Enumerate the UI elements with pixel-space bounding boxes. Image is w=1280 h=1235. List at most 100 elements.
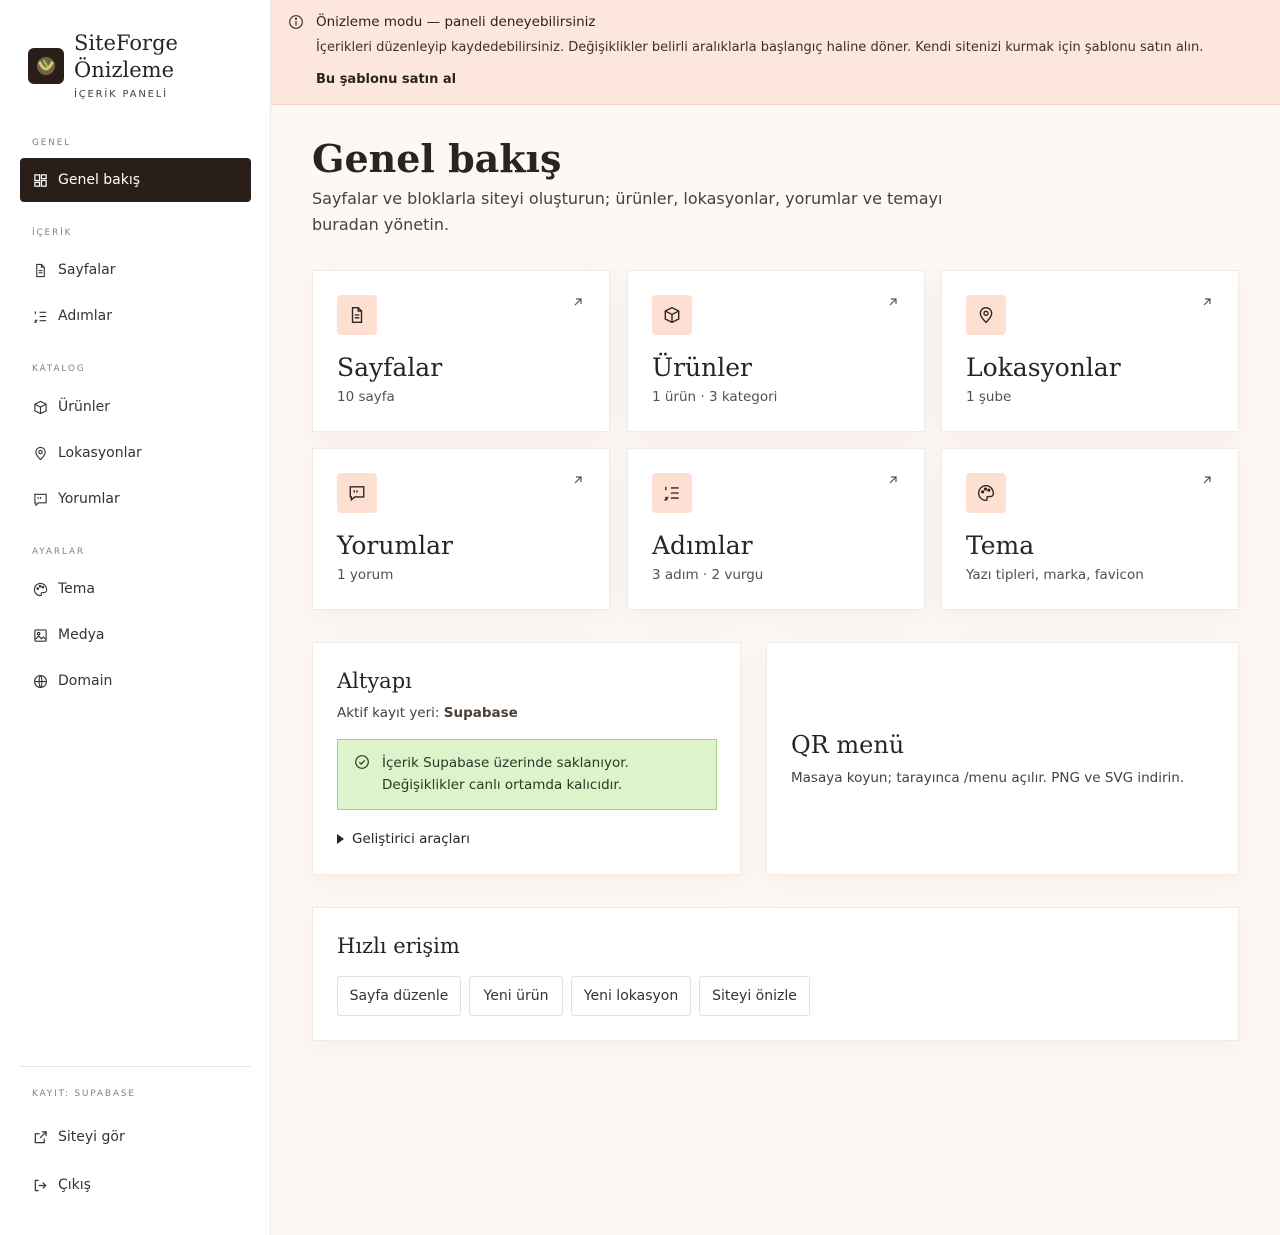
- map-pin-icon: [32, 445, 48, 461]
- card-title: Adımlar: [652, 531, 753, 560]
- sidebar-item-genel-bakis[interactable]: Genel bakış: [20, 158, 251, 202]
- card-subtitle: 1 ürün · 3 kategori: [652, 389, 778, 405]
- card-lokasyonlar[interactable]: Lokasyonlar 1 şube: [941, 270, 1239, 432]
- check-circle-icon: [355, 755, 369, 769]
- file-icon: [32, 262, 48, 278]
- nav-section-ayarlar: AYARLAR: [32, 547, 85, 557]
- qr-menu-description: Masaya koyun; tarayınca /menu açılır. PN…: [791, 770, 1185, 786]
- brand-subtitle: İÇERİK PANELİ: [74, 89, 168, 100]
- sidebar-item-label: Ürünler: [58, 399, 111, 415]
- developer-tools-label: Geliştirici araçları: [352, 831, 470, 847]
- logout-icon: [32, 1177, 48, 1193]
- brand[interactable]: SiteForge Önizleme İÇERİK PANELİ: [28, 30, 194, 100]
- sidebar-item-sayfalar[interactable]: Sayfalar: [20, 248, 251, 292]
- card-title: Lokasyonlar: [966, 353, 1121, 382]
- list-ordered-icon: [652, 473, 692, 513]
- storage-notice-text: İçerik Supabase üzerinde saklanıyor. Değ…: [382, 755, 629, 793]
- card-title: Ürünler: [652, 353, 752, 382]
- card-title: Yorumlar: [337, 531, 453, 560]
- page-description: Sayfalar ve bloklarla siteyi oluşturun; …: [312, 189, 943, 234]
- sidebar: SiteForge Önizleme İÇERİK PANELİ GENEL G…: [0, 0, 271, 1235]
- quick-access-title: Hızlı erişim: [337, 934, 460, 958]
- palette-icon: [966, 473, 1006, 513]
- card-subtitle: 1 yorum: [337, 567, 394, 583]
- qr-menu-title: QR menü: [791, 731, 905, 759]
- caret-right-icon: [337, 834, 344, 844]
- sidebar-item-urunler[interactable]: Ürünler: [20, 385, 251, 429]
- page-title: Genel bakış: [312, 136, 562, 181]
- brand-title: SiteForge Önizleme: [74, 31, 178, 82]
- card-sayfalar[interactable]: Sayfalar 10 sayfa: [312, 270, 610, 432]
- sidebar-item-label: Medya: [58, 627, 105, 643]
- quick-access-panel: Hızlı erişim Sayfa düzenle Yeni ürün Yen…: [312, 907, 1239, 1041]
- message-quote-icon: [32, 491, 48, 507]
- sidebar-item-label: Genel bakış: [58, 172, 141, 188]
- qr-menu-panel: QR menü Masaya koyun; tarayınca /menu aç…: [766, 642, 1239, 875]
- info-icon: [289, 15, 303, 29]
- external-link-icon: [32, 1129, 48, 1145]
- nav-section-icerik: İÇERİK: [32, 228, 73, 238]
- sidebar-item-domain[interactable]: Domain: [20, 659, 251, 703]
- new-product-button[interactable]: Yeni ürün: [469, 976, 563, 1016]
- sidebar-item-siteyi-gor[interactable]: Siteyi gör: [20, 1115, 251, 1159]
- sidebar-item-label: Domain: [58, 673, 113, 689]
- palette-icon: [32, 581, 48, 597]
- banner-text: İçerikleri düzenleyip kaydedebilirsiniz.…: [316, 40, 1204, 55]
- nav-section-katalog: KATALOG: [32, 364, 86, 374]
- card-title: Sayfalar: [337, 353, 443, 382]
- sidebar-item-label: Çıkış: [58, 1177, 91, 1193]
- sidebar-divider: [20, 1066, 251, 1067]
- storage-info: Aktif kayıt yeri: Supabase: [337, 705, 518, 721]
- sidebar-item-label: Tema: [58, 581, 96, 597]
- sidebar-item-medya[interactable]: Medya: [20, 613, 251, 657]
- sidebar-item-label: Adımlar: [58, 308, 112, 324]
- card-subtitle: 10 sayfa: [337, 389, 395, 405]
- box-icon: [652, 295, 692, 335]
- image-icon: [32, 627, 48, 643]
- sidebar-item-adimlar[interactable]: Adımlar: [20, 294, 251, 338]
- message-quote-icon: [337, 473, 377, 513]
- storage-value: Supabase: [443, 705, 518, 721]
- arrow-up-right-icon: [889, 298, 897, 306]
- arrow-up-right-icon: [1203, 298, 1211, 306]
- banner-title: Önizleme modu — paneli deneyebilirsiniz: [316, 14, 596, 30]
- card-subtitle: 3 adım · 2 vurgu: [652, 567, 764, 583]
- card-subtitle: 1 şube: [966, 389, 1012, 405]
- storage-label: KAYIT: SUPABASE: [32, 1089, 136, 1099]
- arrow-up-right-icon: [574, 476, 582, 484]
- new-location-button[interactable]: Yeni lokasyon: [571, 976, 691, 1016]
- card-tema[interactable]: Tema Yazı tipleri, marka, favicon: [941, 448, 1239, 610]
- preview-banner: Önizleme modu — paneli deneyebilirsiniz …: [271, 0, 1280, 105]
- sidebar-item-tema[interactable]: Tema: [20, 567, 251, 611]
- card-subtitle: Yazı tipleri, marka, favicon: [966, 567, 1144, 583]
- dashboard-icon: [32, 172, 48, 188]
- list-ordered-icon: [32, 308, 48, 324]
- sidebar-item-label: Siteyi gör: [58, 1129, 125, 1145]
- infrastructure-title: Altyapı: [337, 669, 412, 693]
- arrow-up-right-icon: [574, 298, 582, 306]
- sidebar-item-label: Lokasyonlar: [58, 445, 142, 461]
- sidebar-item-lokasyonlar[interactable]: Lokasyonlar: [20, 431, 251, 475]
- buy-template-link[interactable]: Bu şablonu satın al: [316, 72, 456, 87]
- preview-site-button[interactable]: Siteyi önizle: [699, 976, 810, 1016]
- sidebar-item-yorumlar[interactable]: Yorumlar: [20, 477, 251, 521]
- storage-notice: İçerik Supabase üzerinde saklanıyor. Değ…: [337, 739, 717, 810]
- infrastructure-panel: Altyapı Aktif kayıt yeri: Supabase İçeri…: [312, 642, 741, 875]
- file-icon: [337, 295, 377, 335]
- globe-icon: [32, 673, 48, 689]
- brand-logo: [28, 48, 64, 84]
- arrow-up-right-icon: [889, 476, 897, 484]
- edit-page-button[interactable]: Sayfa düzenle: [337, 976, 461, 1016]
- card-adimlar[interactable]: Adımlar 3 adım · 2 vurgu: [627, 448, 925, 610]
- developer-tools-toggle[interactable]: Geliştirici araçları: [337, 831, 470, 847]
- card-yorumlar[interactable]: Yorumlar 1 yorum: [312, 448, 610, 610]
- map-pin-icon: [966, 295, 1006, 335]
- arrow-up-right-icon: [1203, 476, 1211, 484]
- card-urunler[interactable]: Ürünler 1 ürün · 3 kategori: [627, 270, 925, 432]
- card-title: Tema: [966, 531, 1035, 560]
- sidebar-item-label: Yorumlar: [58, 491, 120, 507]
- sidebar-item-label: Sayfalar: [58, 262, 116, 278]
- nav-section-genel: GENEL: [32, 138, 72, 148]
- sidebar-item-cikis[interactable]: Çıkış: [20, 1163, 251, 1207]
- storage-label: Aktif kayıt yeri:: [337, 705, 440, 721]
